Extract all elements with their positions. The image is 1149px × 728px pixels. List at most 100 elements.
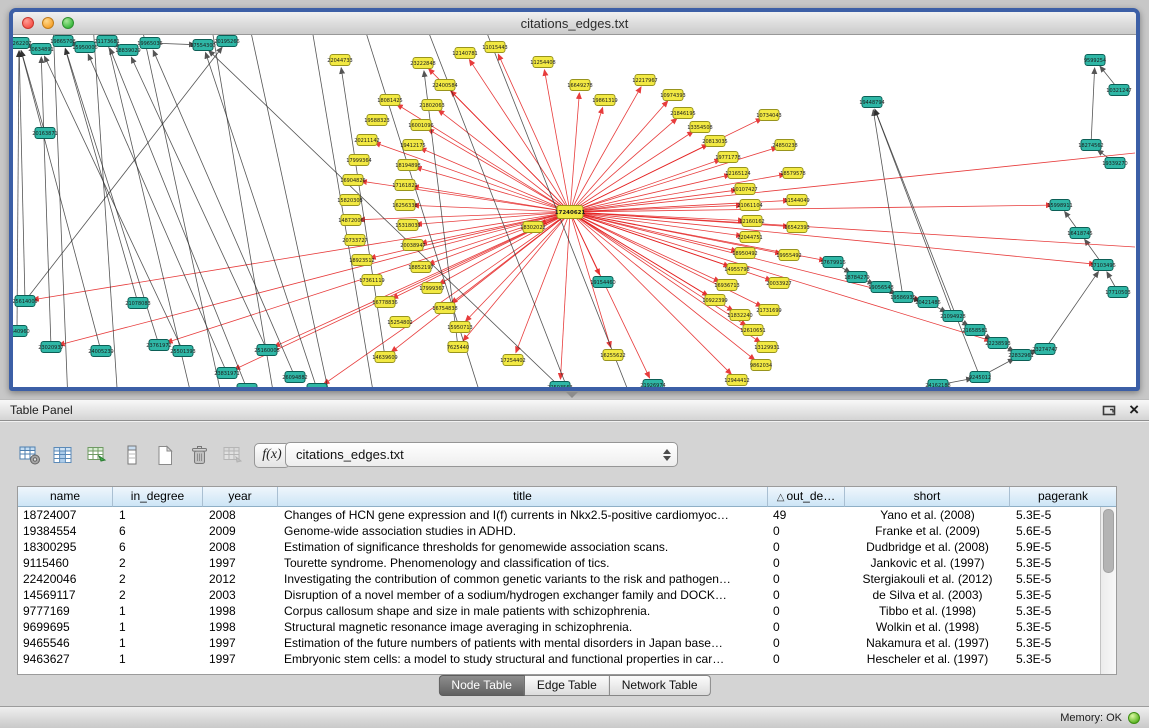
graph-node[interactable]: 11015443 — [482, 42, 507, 53]
tab-edge-table[interactable]: Edge Table — [525, 675, 610, 696]
graph-node[interactable]: 20195266 — [214, 36, 239, 47]
table-row[interactable]: 946362711997Embryonic stem cells: a mode… — [18, 651, 1101, 667]
graph-node[interactable]: 14955798 — [724, 264, 749, 275]
graph-node[interactable]: 15950713 — [447, 322, 472, 333]
column-header-name[interactable]: name — [18, 487, 113, 507]
network-view-window[interactable]: citations_edges.txt 16262207206348911986… — [9, 8, 1140, 391]
graph-node[interactable]: 10922399 — [702, 295, 727, 306]
graph-node[interactable]: 17999364 — [346, 155, 371, 166]
table-row[interactable]: 1456911722003Disruption of a novel membe… — [18, 587, 1101, 603]
graph-node[interactable]: 21926974 — [640, 380, 665, 388]
graph-node[interactable]: 10107427 — [732, 184, 757, 195]
graph-node[interactable]: 23274747 — [1032, 344, 1057, 355]
graph-node[interactable]: 20211142 — [354, 135, 379, 146]
graph-node[interactable]: 17999367 — [419, 283, 444, 294]
graph-node[interactable]: 12160162 — [739, 216, 764, 227]
graph-node[interactable]: 18579578 — [780, 168, 805, 179]
graph-node[interactable]: 19771778 — [715, 152, 740, 163]
graph-node[interactable]: 21731699 — [756, 305, 781, 316]
graph-node[interactable]: 17103496 — [1090, 260, 1115, 271]
graph-node[interactable]: 20033927 — [766, 278, 791, 289]
graph-node[interactable]: 20733727 — [342, 235, 367, 246]
graph-node[interactable]: 14639609 — [372, 352, 397, 363]
graph-node[interactable]: 16542393 — [784, 222, 809, 233]
graph-node[interactable]: 21078083 — [125, 298, 150, 309]
graph-node[interactable]: 13354508 — [687, 122, 712, 133]
table-row[interactable]: 1830029562008Estimation of significance … — [18, 539, 1101, 555]
graph-node[interactable]: 20038947 — [400, 240, 425, 251]
graph-node[interactable]: 16418745 — [1067, 228, 1092, 239]
table-mode-button[interactable] — [16, 441, 43, 469]
graph-node[interactable]: 18923512 — [349, 255, 374, 266]
graph-node[interactable]: 12944412 — [724, 375, 749, 386]
graph-node[interactable]: 16936713 — [714, 280, 739, 291]
graph-node[interactable]: 22503563 — [547, 382, 572, 388]
graph-node[interactable]: 12140781 — [452, 48, 477, 59]
graph-node[interactable]: 20163871 — [32, 128, 57, 139]
graph-node[interactable]: 9245012 — [969, 372, 991, 383]
single-column-button[interactable] — [118, 441, 145, 469]
graph-node[interactable]: 16001096 — [408, 120, 433, 131]
graph-node[interactable]: 19412175 — [400, 140, 425, 151]
graph-node[interactable]: 21802063 — [419, 100, 444, 111]
table-row[interactable]: 1938455462009Genome-wide association stu… — [18, 523, 1101, 539]
graph-node[interactable]: 16754838 — [432, 303, 457, 314]
graph-node[interactable]: 24005239 — [88, 346, 113, 357]
graph-node[interactable]: 23761972 — [146, 340, 171, 351]
graph-node[interactable]: 16904826 — [340, 175, 365, 186]
delete-table-button[interactable] — [186, 441, 213, 469]
show-columns-button[interactable] — [50, 441, 77, 469]
column-header-out-degree[interactable]: △out_de… — [768, 487, 845, 507]
graph-node[interactable]: 26094882 — [282, 372, 307, 383]
import-table-button[interactable] — [220, 441, 247, 469]
graph-node[interactable]: 21094928 — [940, 311, 965, 322]
graph-node[interactable]: 19955492 — [776, 250, 801, 261]
tab-node-table[interactable]: Node Table — [438, 675, 525, 696]
table-selector-dropdown[interactable]: citations_edges.txt — [285, 442, 678, 467]
graph-node[interactable]: 16256338 — [392, 200, 417, 211]
graph-node[interactable]: 11254408 — [530, 57, 555, 68]
graph-node[interactable]: 10321247 — [1106, 85, 1131, 96]
table-row[interactable]: 1872400712008Changes of HCN gene express… — [18, 507, 1101, 523]
table-row[interactable]: 977716911998Corpus callosum shape and si… — [18, 603, 1101, 619]
graph-node[interactable]: 19588323 — [364, 115, 389, 126]
graph-node[interactable]: 19448794 — [859, 97, 884, 108]
graph-node[interactable]: 24640960 — [13, 326, 30, 337]
graph-node[interactable]: 17254402 — [500, 355, 525, 366]
graph-node[interactable]: 17240621 — [555, 206, 586, 219]
network-graph-svg[interactable]: 1626220720634891198657081595000621173681… — [13, 35, 1136, 387]
graph-node[interactable]: 16778836 — [372, 297, 397, 308]
graph-node[interactable]: 23222848 — [410, 58, 435, 69]
table-row[interactable]: 2242004622012Investigating the contribut… — [18, 571, 1101, 587]
graph-node[interactable]: 15998911 — [1047, 200, 1072, 211]
graph-node[interactable]: 10734043 — [756, 110, 781, 121]
graph-node[interactable]: 18852197 — [408, 262, 433, 273]
graph-node[interactable]: 7625440 — [447, 342, 469, 353]
graph-node[interactable]: 18081425 — [377, 95, 402, 106]
minimize-window-icon[interactable] — [42, 17, 54, 29]
graph-node[interactable]: 25501393 — [170, 346, 195, 357]
graph-node[interactable]: 17710503 — [1105, 287, 1130, 298]
column-header-title[interactable]: title — [278, 487, 768, 507]
graph-node[interactable]: 10974393 — [660, 90, 685, 101]
graph-node[interactable]: 11832240 — [727, 310, 752, 321]
graph-node[interactable]: 15254802 — [387, 317, 412, 328]
graph-node[interactable]: 17554300 — [190, 40, 215, 51]
graph-node[interactable]: 20421486 — [915, 297, 940, 308]
table-row[interactable]: 946554611997Estimation of the future num… — [18, 635, 1101, 651]
close-window-icon[interactable] — [22, 17, 34, 29]
graph-node[interactable]: 16255622 — [600, 350, 625, 361]
graph-node[interactable]: 19861319 — [592, 95, 617, 106]
graph-node[interactable]: 21173681 — [94, 36, 119, 47]
column-header-year[interactable]: year — [203, 487, 278, 507]
graph-node[interactable]: 17679916 — [820, 257, 845, 268]
graph-node[interactable]: 25731964 — [304, 384, 329, 388]
graph-node[interactable]: 21846195 — [670, 108, 695, 119]
column-header-in-degree[interactable]: in_degree — [113, 487, 203, 507]
window-titlebar[interactable]: citations_edges.txt — [13, 12, 1136, 35]
table-row[interactable]: 969969511998Structural magnetic resonanc… — [18, 619, 1101, 635]
graph-node[interactable]: 18950492 — [732, 248, 757, 259]
graph-node[interactable]: 13129931 — [754, 342, 779, 353]
graph-node[interactable]: 18784279 — [844, 272, 869, 283]
graph-node[interactable]: 14872006 — [338, 215, 363, 226]
